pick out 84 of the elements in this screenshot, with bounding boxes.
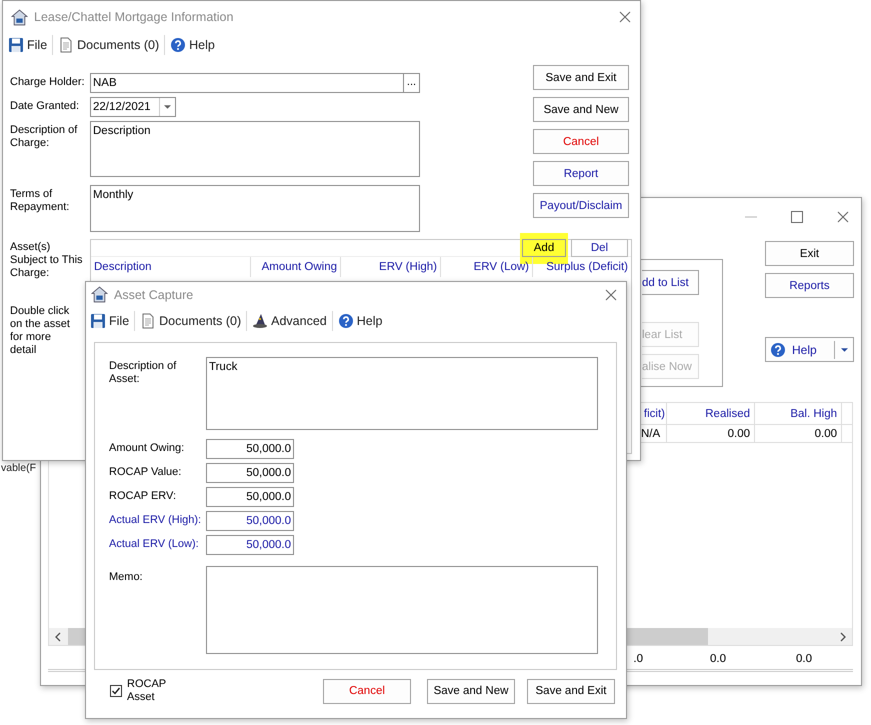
checkbox-label: ROCAP Asset <box>127 678 167 704</box>
field-label: Memo: <box>109 570 144 584</box>
scrollbar-thumb[interactable] <box>627 628 708 645</box>
close-icon <box>837 211 849 223</box>
dialog-button[interactable]: Save and New <box>427 678 515 704</box>
field-label: Description of Charge: <box>10 123 78 150</box>
field-label[interactable]: Actual ERV (Low): <box>109 535 206 551</box>
dialog-button[interactable]: Cancel <box>323 678 411 704</box>
help-button[interactable]: Help <box>765 337 854 362</box>
wizard-hat-icon <box>252 313 268 329</box>
help-icon <box>170 37 186 53</box>
house-icon <box>91 286 108 303</box>
dialog-button[interactable]: Report <box>533 161 629 186</box>
dialog-button[interactable]: Exit <box>765 241 854 266</box>
dialog-button[interactable]: Reports <box>765 273 854 298</box>
menu-item[interactable]: Advanced <box>252 310 327 332</box>
add-button[interactable]: Add <box>522 239 566 257</box>
text-area[interactable]: Description <box>90 121 420 177</box>
scrollbar-thumb[interactable] <box>68 628 85 645</box>
menu-item[interactable]: File <box>90 310 130 332</box>
document-icon <box>140 313 156 329</box>
menu-item[interactable]: File <box>8 34 48 56</box>
background-text: vable(F <box>1 462 36 474</box>
date-field[interactable]: 22/12/2021 <box>90 97 176 117</box>
dialog-button[interactable]: Save and Exit <box>533 65 629 90</box>
close-icon <box>619 11 631 23</box>
dialog-button[interactable]: Payout/Disclaim <box>533 193 629 218</box>
field-label: Terms of Repayment: <box>10 187 70 214</box>
menu-item[interactable]: Help <box>338 310 382 332</box>
column-header[interactable]: Amount Owing <box>251 257 341 277</box>
column-header[interactable]: Surplus (Deficit) <box>533 257 631 277</box>
menu-item[interactable]: Documents (0) <box>140 310 242 332</box>
field-label: Charge Holder: <box>10 75 86 89</box>
delete-button[interactable]: Del <box>571 239 628 257</box>
panel-button[interactable]: dd to List <box>642 270 699 295</box>
menu-item[interactable]: Documents (0) <box>58 34 160 56</box>
checkbox[interactable] <box>110 685 122 697</box>
input-field[interactable]: 50,000.0 <box>206 535 294 555</box>
input-field[interactable]: 50,000.0 <box>206 439 294 459</box>
field-label: ROCAP Value: <box>109 465 182 479</box>
lookup-button[interactable]: ... <box>403 74 419 92</box>
window-title: Asset Capture <box>114 288 194 302</box>
window-title: Lease/Chattel Mortgage Information <box>34 10 234 24</box>
field-label: Date Granted: <box>10 99 80 113</box>
column-header[interactable]: Description <box>91 257 251 277</box>
help-icon <box>338 313 354 329</box>
field-label: Asset(s) Subject to This Charge: <box>10 240 84 280</box>
input-field[interactable]: 50,000.0 <box>206 487 294 507</box>
table-cell: 0.00 <box>667 425 755 442</box>
house-icon <box>11 8 28 26</box>
total-value: .0 <box>632 653 643 667</box>
column-header[interactable]: Realised <box>667 403 755 424</box>
caret-icon <box>841 348 848 352</box>
dialog-button[interactable]: Cancel <box>533 129 629 154</box>
close-icon <box>605 288 617 300</box>
scroll-left-icon[interactable] <box>55 632 61 642</box>
column-header[interactable]: Bal. High <box>755 403 842 424</box>
input-field[interactable]: 50,000.0 <box>206 511 294 531</box>
scroll-right-icon[interactable] <box>840 632 846 642</box>
field-label: ROCAP ERV: <box>109 489 178 503</box>
field-label: Description of Asset: <box>109 359 178 386</box>
text-area[interactable]: Truck <box>206 357 598 430</box>
input-field[interactable]: NAB ... <box>90 73 420 93</box>
column-header[interactable]: ERV (Low) <box>441 257 533 277</box>
field-label[interactable]: Actual ERV (High): <box>109 511 206 527</box>
maximize-icon <box>791 211 803 223</box>
table-cell: 0.00 <box>755 425 842 442</box>
total-value: 0.0 <box>795 653 812 667</box>
column-header[interactable]: ERV (High) <box>341 257 441 277</box>
dialog-button[interactable]: Save and Exit <box>527 678 615 704</box>
scrollbar-track[interactable] <box>49 628 85 645</box>
text-area[interactable]: Monthly <box>90 185 420 232</box>
scrollbar-track[interactable] <box>627 628 852 645</box>
total-value: 0.0 <box>709 653 726 667</box>
menu-item[interactable]: Help <box>170 34 215 56</box>
check-icon <box>111 686 121 696</box>
help-icon <box>770 342 786 358</box>
text-area[interactable] <box>206 566 598 654</box>
caret-icon[interactable] <box>164 105 171 109</box>
document-icon <box>58 37 74 53</box>
dialog-button[interactable]: Save and New <box>533 97 629 122</box>
input-field[interactable]: 50,000.0 <box>206 463 294 483</box>
hint-text: Double click on the asset for more detail <box>10 305 71 357</box>
field-label: Amount Owing: <box>109 441 186 455</box>
